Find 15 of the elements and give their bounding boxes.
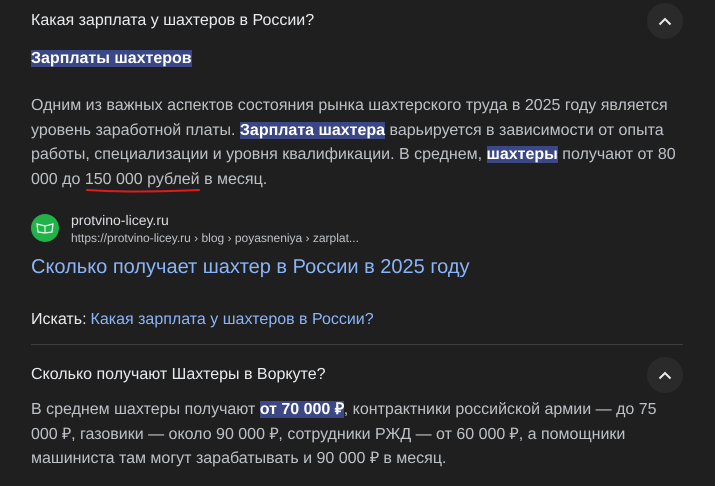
search-link[interactable]: Какая зарплата у шахтеров в России? — [90, 308, 374, 332]
result-link[interactable]: Сколько получает шахтер в России в 2025 году — [31, 254, 683, 280]
chevron-up-icon — [658, 370, 672, 380]
answer-paragraph: Одним из важных аспектов состояния рынка шахтерского труда в 2025 году является уровень заработной платы. Зарплата шахтера варьируется в зависимости от опыта работы, специализации и уровня квалификации. В среднем, шахтеры получают от 80 000 до 150 000 рублей в месяц. — [31, 96, 677, 190]
site-logo-icon — [31, 214, 59, 242]
site-url: https://protvino-licey.ru › blog › poyasneniya › zarplat... — [71, 230, 359, 246]
search-label: Искать: — [31, 310, 87, 330]
site-name: protvino-licey.ru — [71, 211, 170, 230]
answer-heading: Зарплаты шахтеров — [31, 50, 192, 67]
question-heading: Какая зарплата у шахтеров в России? — [31, 11, 314, 31]
question-heading: Сколько получают Шахтеры в Воркуте? — [31, 365, 326, 385]
answer-paragraph: В среднем шахтеры получают от 70 000 ₽, контрактники российской армии — до 75 000 ₽, газовики — около 90 000 ₽, сотрудники РЖД — от 60 000 ₽, а помощники машиниста там могут зарабатывать и 90 000 ₽ в месяц. — [31, 400, 658, 469]
collapse-button[interactable] — [647, 3, 683, 39]
chevron-up-icon — [658, 16, 672, 26]
collapse-button[interactable] — [647, 357, 683, 393]
